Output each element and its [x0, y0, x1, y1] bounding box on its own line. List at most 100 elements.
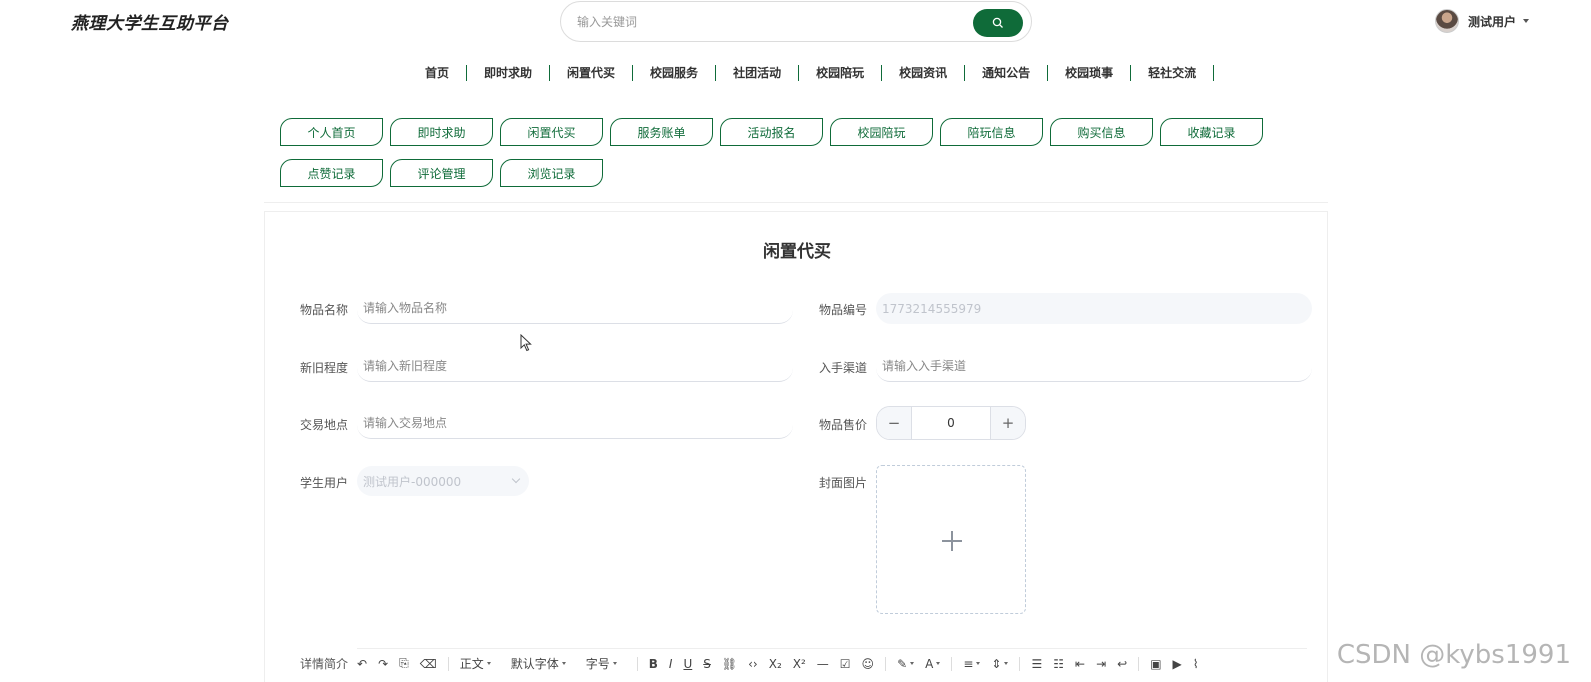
- condition-label: 新旧程度: [300, 361, 349, 375]
- code-icon[interactable]: ‹›: [748, 657, 758, 671]
- header: 燕理大学生互助平台 测试用户: [0, 0, 1591, 44]
- nav-idle-purchase[interactable]: 闲置代买: [550, 65, 634, 81]
- divider-line-icon[interactable]: —: [817, 657, 829, 671]
- italic-icon[interactable]: I: [669, 657, 673, 671]
- cover-label: 封面图片: [819, 476, 868, 490]
- underline-icon[interactable]: U: [683, 657, 692, 671]
- toolbar-divider: [447, 656, 449, 671]
- indent-decrease-icon[interactable]: ⇤: [1075, 657, 1085, 671]
- subnav-service-bill[interactable]: 服务账单: [610, 118, 713, 146]
- nav-campus-play[interactable]: 校园陪玩: [799, 65, 883, 81]
- chevron-down-icon: [511, 474, 521, 484]
- font-select[interactable]: 默认字体: [511, 655, 566, 672]
- superscript-icon[interactable]: X²: [793, 657, 806, 671]
- subnav-campus-play[interactable]: 校园陪玩: [830, 118, 933, 146]
- subnav-instant-help[interactable]: 即时求助: [390, 118, 493, 146]
- plus-icon-vertical: [951, 531, 953, 551]
- video-icon[interactable]: ▶: [1173, 657, 1182, 671]
- link-icon[interactable]: ⛓: [722, 657, 737, 671]
- nav-social[interactable]: 轻社交流: [1131, 65, 1215, 81]
- toolbar-divider: [1138, 656, 1140, 671]
- student-label: 学生用户: [300, 476, 349, 490]
- detail-label: 详情简介: [300, 657, 349, 671]
- toolbar-divider: [885, 656, 887, 671]
- subnav-activity-signup[interactable]: 活动报名: [720, 118, 823, 146]
- subnav-idle-purchase[interactable]: 闲置代买: [500, 118, 603, 146]
- chevron-down-icon: [612, 662, 617, 665]
- nav-notice[interactable]: 通知公告: [965, 65, 1049, 81]
- item-no-field: [876, 293, 1312, 324]
- chevron-down-icon: [561, 662, 566, 665]
- search-input[interactable]: [577, 11, 957, 33]
- channel-input[interactable]: [876, 351, 1312, 382]
- nav-instant-help[interactable]: 即时求助: [467, 65, 551, 81]
- line-height-icon[interactable]: ⇕: [991, 657, 1009, 671]
- condition-input[interactable]: [357, 351, 793, 382]
- student-select-value: 测试用户-000000: [363, 474, 462, 489]
- highlight-color-icon[interactable]: ✎: [897, 657, 915, 671]
- wrap-icon[interactable]: ↩: [1117, 657, 1127, 671]
- chevron-down-icon: [1523, 19, 1530, 23]
- search-icon: [992, 17, 1003, 28]
- nav-campus-service[interactable]: 校园服务: [633, 65, 717, 81]
- subnav-history[interactable]: 浏览记录: [500, 159, 603, 187]
- avatar: [1435, 9, 1459, 33]
- numbered-list-icon[interactable]: ☷: [1053, 657, 1064, 671]
- toolbar-divider: [951, 656, 953, 671]
- nav-campus-affairs[interactable]: 校园琐事: [1048, 65, 1132, 81]
- item-name-label: 物品名称: [300, 303, 349, 317]
- subnav-purchase-info[interactable]: 购买信息: [1050, 118, 1153, 146]
- watermark: CSDN @kybs1991: [1336, 640, 1571, 670]
- subnav-likes[interactable]: 点赞记录: [280, 159, 383, 187]
- item-name-input[interactable]: [357, 293, 793, 324]
- toolbar-divider: [636, 656, 638, 671]
- size-select[interactable]: 字号: [586, 655, 617, 672]
- format-painter-icon[interactable]: ⎘: [399, 656, 409, 671]
- undo-icon[interactable]: ↶: [357, 657, 367, 671]
- nav-home[interactable]: 首页: [417, 65, 468, 81]
- site-logo[interactable]: 燕理大学生互助平台: [71, 9, 229, 34]
- bold-icon[interactable]: B: [649, 657, 658, 671]
- nav-club-activity[interactable]: 社团活动: [716, 65, 800, 81]
- mouse-cursor-icon: [520, 334, 532, 352]
- price-stepper: − 0 +: [876, 406, 1026, 440]
- increase-button[interactable]: +: [991, 407, 1025, 439]
- strikethrough-icon[interactable]: S: [703, 657, 711, 671]
- subscript-icon[interactable]: X₂: [769, 657, 782, 671]
- price-label: 物品售价: [819, 418, 868, 432]
- main-nav: 首页 即时求助 闲置代买 校园服务 社团活动 校园陪玩 校园资讯 通知公告 校园…: [417, 64, 1215, 82]
- bullet-list-icon[interactable]: ☰: [1031, 657, 1042, 671]
- clear-format-icon[interactable]: ⌫: [420, 657, 437, 671]
- chevron-down-icon: [486, 662, 491, 665]
- image-icon[interactable]: ▣: [1150, 657, 1161, 671]
- align-icon[interactable]: ≡: [963, 657, 981, 671]
- subnav-comments[interactable]: 评论管理: [390, 159, 493, 187]
- editor-toolbar: ↶ ↷ ⎘ ⌫ 正文 默认字体 字号 B I U S ⛓ ‹› X₂ X² — …: [357, 648, 1307, 678]
- chevron-down-icon: [936, 662, 941, 665]
- attachment-icon[interactable]: ⌇: [1193, 657, 1199, 671]
- decrease-button[interactable]: −: [877, 407, 911, 439]
- subnav-play-info[interactable]: 陪玩信息: [940, 118, 1043, 146]
- cover-upload[interactable]: [876, 465, 1026, 614]
- redo-icon[interactable]: ↷: [378, 657, 388, 671]
- student-select[interactable]: 测试用户-000000: [357, 466, 529, 496]
- emoji-icon[interactable]: ☺: [862, 657, 875, 671]
- size-select-label: 字号: [585, 657, 610, 671]
- checkbox-icon[interactable]: ☑: [840, 657, 851, 671]
- chevron-down-icon: [976, 662, 981, 665]
- user-menu[interactable]: 测试用户: [1435, 9, 1530, 33]
- subnav-favorites[interactable]: 收藏记录: [1160, 118, 1263, 146]
- paragraph-select[interactable]: 正文: [460, 655, 491, 672]
- divider: [264, 202, 1328, 203]
- indent-increase-icon[interactable]: ⇥: [1096, 657, 1106, 671]
- price-value[interactable]: 0: [911, 407, 991, 439]
- location-input[interactable]: [357, 408, 793, 439]
- location-label: 交易地点: [300, 418, 349, 432]
- toolbar-divider: [1019, 656, 1021, 671]
- channel-label: 入手渠道: [819, 361, 868, 375]
- search-bar: [560, 1, 1032, 42]
- subnav-profile-home[interactable]: 个人首页: [280, 118, 383, 146]
- search-button[interactable]: [973, 9, 1023, 37]
- nav-campus-news[interactable]: 校园资讯: [882, 65, 966, 81]
- font-color-icon[interactable]: A: [925, 657, 941, 671]
